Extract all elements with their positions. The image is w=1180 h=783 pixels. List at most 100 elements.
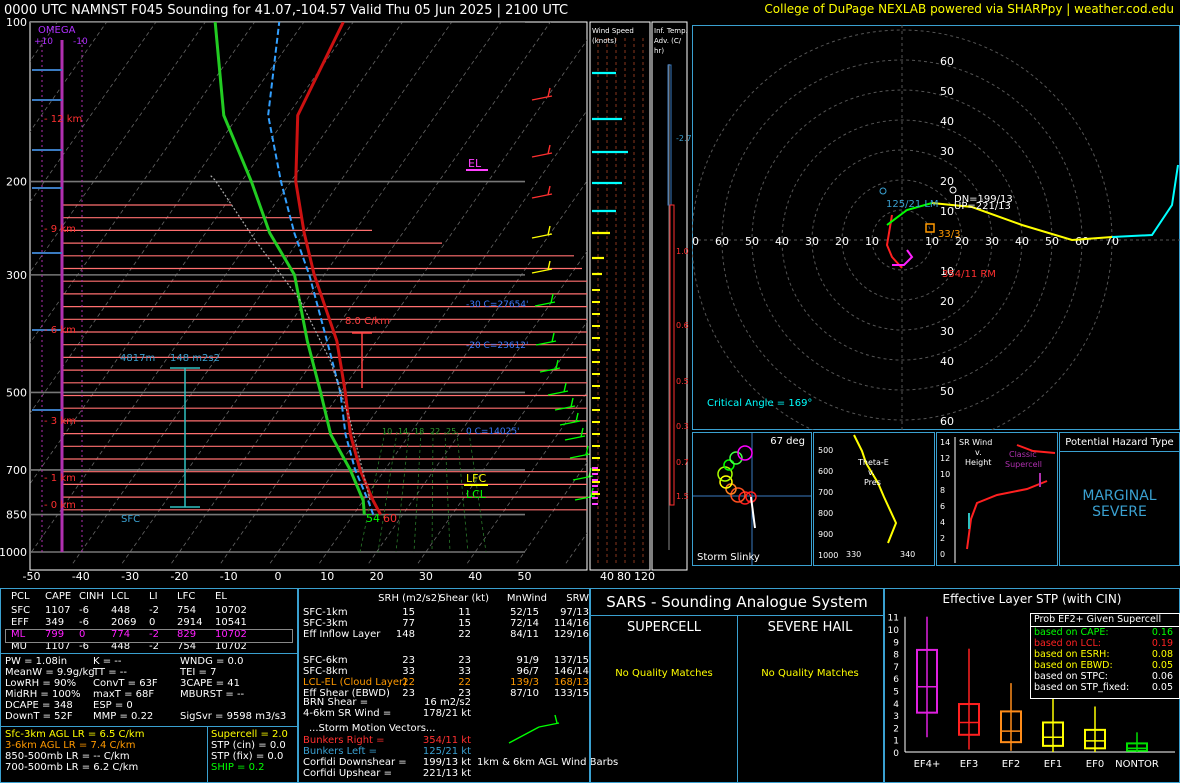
thetae-y-tick: 700 <box>818 488 833 497</box>
hodo-axis-label: 10 <box>925 235 939 248</box>
el-label: EL <box>468 157 482 170</box>
parcel-row: 2914 <box>177 617 203 628</box>
index-value: maxT = 68F <box>93 689 155 700</box>
mixing-ratio-line <box>431 431 434 553</box>
srwind-label: 4-6km SR Wind = <box>303 708 392 719</box>
kin-row-value: 139/3 <box>510 677 539 688</box>
hodo-rm-label: 354/11 RM <box>942 269 996 280</box>
sars-title: SARS - Sounding Analogue System <box>606 593 868 611</box>
srwind-plot: 14 12 10 8 6 4 2 0 SR Windv.Height ClassicSuperce… <box>940 437 1056 563</box>
hodo-ring-label: 60 <box>940 55 954 68</box>
wind-barb-flag <box>585 445 589 456</box>
index-value: TEI = 7 <box>180 667 217 678</box>
kin-row-label: SFC-6km <box>303 655 348 666</box>
height-label: - 3 km <box>44 416 76 427</box>
kin-row-value: 133/15 <box>553 688 589 699</box>
parcel-row: 10541 <box>215 617 247 628</box>
index-value: MeanW = 9.9g/kg <box>5 667 95 678</box>
kin-row-value: 11 <box>458 607 471 618</box>
pressure-label: 300 <box>6 269 27 282</box>
parcel-row: SFC <box>11 605 31 616</box>
parcel-row: 2069 <box>111 617 137 628</box>
storm-motion-value: 199/13 kt <box>422 757 471 768</box>
kin-row-value: 23 <box>458 655 471 666</box>
kin-row-value: 91/9 <box>516 655 539 666</box>
height-label: - 1 km <box>44 473 76 484</box>
kin-row-label: Eff Inflow Layer <box>303 629 381 640</box>
kin-row-value: 129/16 <box>553 629 589 640</box>
stp-y-tick: 9 <box>893 638 899 648</box>
inf-temp-label: 1.0 <box>676 247 689 256</box>
mixing-ratio-label: 18 <box>414 427 424 436</box>
slinky-ring <box>730 487 746 503</box>
kin-barb <box>538 722 560 728</box>
stp-y-tick: 1 <box>893 737 899 747</box>
kin-header: SRW <box>566 593 589 604</box>
wind-barb <box>547 390 569 396</box>
stp-y-tick: 10 <box>888 626 900 636</box>
prob-row: based on EBWD: 0.05 <box>1031 660 1179 671</box>
stp-y-tick: 6 <box>893 675 899 685</box>
hodo-axis-label: 10 <box>865 235 879 248</box>
prob-value: 0.06 <box>1151 671 1173 682</box>
parcel-panel: PCL CAPE CINH LCL LI LFC EL SFC 1107 -6 448 -2 754 10… <box>0 588 298 783</box>
wind-barb-flag <box>551 332 555 343</box>
hodo-axis-label: 50 <box>1045 235 1059 248</box>
slinky-label: Storm Slinky <box>697 552 760 563</box>
temp-tick: -40 <box>72 570 90 583</box>
thetae-x-tick: 330 <box>846 550 861 559</box>
thetae-x-tick: 340 <box>900 550 915 559</box>
kin-row-value: 77 <box>402 618 415 629</box>
kin-barb <box>508 726 540 744</box>
lcl-label: LCL <box>466 488 487 501</box>
parcel-row: 10702 <box>215 605 247 616</box>
storm-motion-label: Corfidi Downshear = <box>303 757 407 768</box>
index-value: MidRH = 100% <box>5 689 81 700</box>
parcel-header: CINH <box>79 591 104 602</box>
stp-category: NONTOR <box>1115 759 1159 770</box>
kin-row-value: 168/13 <box>553 677 589 688</box>
kin-row-value: 97/13 <box>560 607 589 618</box>
sars-hail-title: SEVERE HAIL <box>767 620 853 635</box>
srwind-label: Height <box>965 458 991 467</box>
temp-tick: 40 <box>468 570 482 583</box>
hodo-up-label: UP=221/13 <box>954 201 1011 212</box>
kin-row-value: 52/15 <box>510 607 539 618</box>
kin-row-value: 22 <box>458 677 471 688</box>
hodo-ring-label: 10 <box>940 205 954 218</box>
kin-row-value: 23 <box>402 655 415 666</box>
height-label: - 0 km <box>44 500 76 511</box>
kin-row-value: 22 <box>402 677 415 688</box>
parcel-header: EL <box>215 591 227 602</box>
hodo-ring-label: 20 <box>940 295 954 308</box>
temp-tick: 20 <box>370 570 384 583</box>
hodo-axis-label: 60 <box>715 235 729 248</box>
wind-barb-flag <box>547 185 551 196</box>
srwind-y-tick: 14 <box>940 438 950 447</box>
mixing-ratio-line <box>395 431 410 553</box>
hodo-mean-label: 33/3 <box>938 229 960 240</box>
inf-temp-label: 0.3 <box>676 422 689 431</box>
index-value: TT = -- <box>93 667 127 678</box>
brn-label: BRN Shear = <box>303 697 369 708</box>
kin-row-value: 84/11 <box>510 629 539 640</box>
bunkers-left-marker <box>879 187 887 195</box>
hodo-trace <box>892 249 914 266</box>
kin-row-value: 146/14 <box>553 666 589 677</box>
storm-motion-value: 354/11 kt <box>422 735 471 746</box>
prob-row: based on STPC: 0.06 <box>1031 671 1179 682</box>
parcel-header: LFC <box>177 591 196 602</box>
inf-temp-title: Inf. Temp. <box>654 27 688 35</box>
parcel-row: -6 <box>79 617 89 628</box>
isotherm-label: -20 C=23612' <box>466 341 529 351</box>
thetae-label: Pres <box>864 478 881 487</box>
hodo-axis-label: 40 <box>775 235 789 248</box>
kin-row-value: 72/14 <box>510 618 539 629</box>
kin-row-value: 96/7 <box>516 666 539 677</box>
omega-tick: -10 <box>73 37 88 47</box>
thetae-label: Theta-E <box>857 458 889 467</box>
temp-tick: 30 <box>419 570 433 583</box>
kin-row-value: 114/16 <box>553 618 589 629</box>
stp-y-tick: 0 <box>893 749 899 759</box>
thetae-y-tick: 500 <box>818 446 833 455</box>
